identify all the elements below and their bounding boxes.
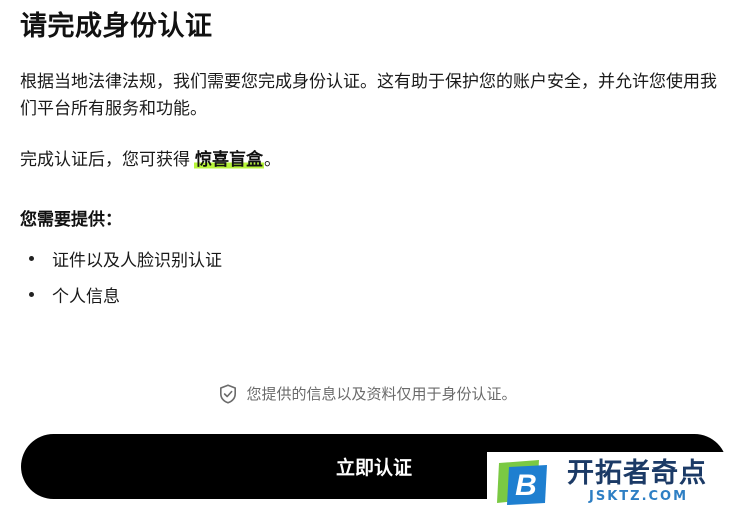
requirements-title: 您需要提供：	[20, 210, 122, 230]
reward-highlight: 惊喜盲盒	[194, 150, 264, 170]
bullet-icon	[29, 256, 34, 261]
requirement-label: 证件以及人脸识别认证	[52, 251, 222, 271]
watermark-domain: JSKTZ.COM	[589, 488, 689, 504]
bullet-icon	[29, 292, 34, 297]
reward-suffix: 。	[264, 150, 281, 170]
privacy-note-text: 您提供的信息以及资料仅用于身份认证。	[246, 385, 517, 403]
watermark-logo: B	[493, 457, 553, 507]
privacy-note: 您提供的信息以及资料仅用于身份认证。	[0, 383, 736, 404]
reward-prefix: 完成认证后，您可获得	[20, 150, 190, 170]
requirements-list: 证件以及人脸识别认证 个人信息	[20, 245, 222, 317]
verification-description: 根据当地法律法规，我们需要您完成身份认证。这有助于保护您的账户安全，并允许您使用…	[20, 72, 717, 119]
list-item: 证件以及人脸识别认证	[20, 245, 222, 272]
requirement-label: 个人信息	[52, 287, 120, 307]
watermark-name: 开拓者奇点	[567, 457, 707, 489]
watermark: B 开拓者奇点 JSKTZ.COM	[487, 452, 736, 511]
shield-check-icon	[219, 383, 237, 404]
page-title: 请完成身份认证	[20, 11, 213, 42]
list-item: 个人信息	[20, 281, 222, 308]
reward-text: 完成认证后，您可获得 惊喜盲盒。	[20, 147, 281, 174]
watermark-logo-letter: B	[515, 469, 537, 502]
watermark-text: 开拓者奇点 JSKTZ.COM	[567, 457, 707, 505]
